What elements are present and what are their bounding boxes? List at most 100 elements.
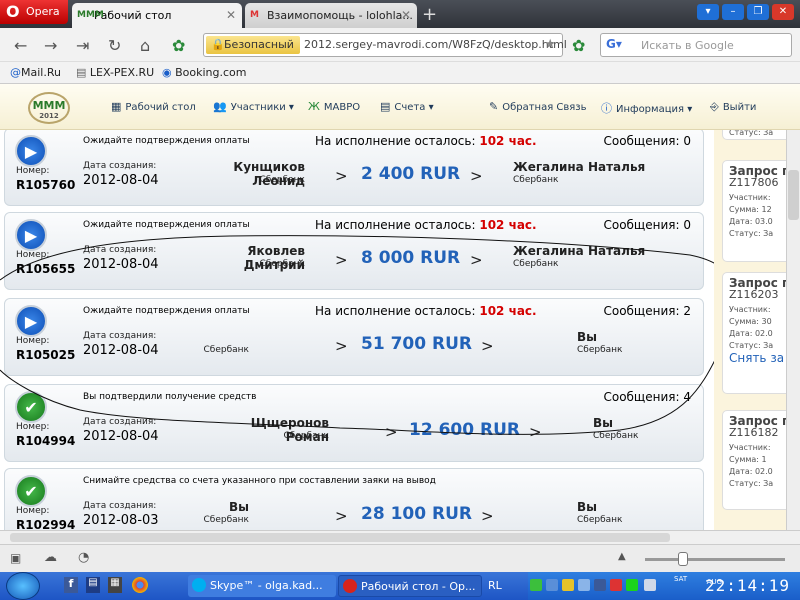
taskbar: f ▤ ▦ Skype™ - olga.kad... Рабочий стол … — [0, 572, 800, 600]
address-bar[interactable]: 🔒 Безопасный 2012.sergey-mavrodi.com/W8Fz… — [203, 33, 567, 57]
bookmark-lexpex[interactable]: ▤ LEX-PEX.RU — [76, 66, 154, 79]
horizontal-scrollbar[interactable] — [0, 530, 800, 544]
requests-panel: Статус: За Запрос п Z117806 Участник: Су… — [714, 130, 786, 530]
restore-icon[interactable]: ❐ — [747, 4, 769, 20]
close-tab-icon[interactable]: ✕ — [401, 8, 411, 22]
zoom-slider-knob[interactable] — [678, 552, 688, 566]
start-button[interactable] — [6, 572, 40, 600]
zoom-slider-track[interactable] — [645, 558, 785, 561]
menu-desktop[interactable]: ▦ Рабочий стол — [111, 100, 196, 113]
tray-app-icon[interactable] — [644, 579, 656, 591]
security-badge[interactable]: 🔒 Безопасный — [206, 36, 300, 54]
minimize-icon[interactable]: – — [722, 4, 744, 20]
skype-icon — [192, 578, 206, 592]
site-header: MMM 2012 ▦ Рабочий стол 👥 Участники ▾ Ж МАВР… — [0, 84, 800, 130]
tray-network-icon[interactable] — [546, 579, 558, 591]
app-icon[interactable]: ▤ — [86, 577, 100, 593]
request-participant: Участник: — [729, 193, 771, 202]
request-status: Статус: За — [729, 479, 774, 488]
tab-gmail[interactable]: M Взаимопомощь - lolohla... ✕ — [245, 3, 417, 28]
tray-check-icon[interactable] — [530, 579, 542, 591]
navigation-bar: ← → ⇥ ↻ ⌂ ✿ 🔒 Безопасный 2012.sergey-mavr… — [0, 28, 800, 62]
opera-logo-icon: O — [6, 2, 20, 21]
menu-feedback[interactable]: ✎ Обратная Связь — [489, 100, 587, 113]
chrome-icon[interactable] — [132, 577, 148, 593]
speed-dial-icon[interactable]: ◔ — [78, 550, 89, 565]
mmm-logo[interactable]: MMM 2012 — [28, 92, 70, 124]
mail-icon: @ — [10, 66, 21, 79]
logo-text: MMM — [32, 99, 66, 112]
request-card[interactable]: Запрос п Z117806 Участник: Сумма: 12 Дат… — [722, 160, 786, 262]
facebook-icon[interactable]: f — [64, 577, 78, 593]
hand-drawn-loop — [0, 235, 737, 435]
scroll-thumb[interactable] — [10, 533, 670, 542]
tray-facebook-icon[interactable] — [594, 579, 606, 591]
panel-toggle-icon[interactable]: ▣ — [10, 551, 21, 565]
home-icon[interactable]: ⌂ — [140, 36, 150, 55]
fast-forward-icon[interactable]: ⇥ — [76, 36, 89, 55]
globe-icon: ◉ — [162, 66, 176, 79]
taskbar-task-opera[interactable]: Рабочий стол - Ор... — [338, 575, 482, 597]
task-label: Skype™ - olga.kad... — [210, 579, 323, 592]
close-window-icon[interactable]: ✕ — [772, 4, 794, 20]
orders-list: ▶ Ожидайте подтверждения оплаты На испол… — [0, 130, 800, 530]
close-tab-icon[interactable]: ✕ — [226, 8, 236, 22]
cloud-icon[interactable]: ☁ — [44, 550, 57, 565]
back-icon[interactable]: ← — [14, 36, 27, 55]
weekday-text: SAT — [674, 575, 688, 583]
opera-icon — [343, 579, 357, 593]
new-tab-icon[interactable]: + — [422, 4, 437, 25]
request-date: Дата: 02.0 — [729, 329, 773, 338]
menu-participants[interactable]: 👥 Участники ▾ — [213, 100, 294, 113]
request-card[interactable]: Статус: За — [722, 130, 786, 140]
url-text[interactable]: 2012.sergey-mavrodi.com/W8FzQ/desktop.ht… — [304, 38, 567, 51]
request-participant: Участник: — [729, 305, 771, 314]
tray-acrobat-icon[interactable] — [610, 579, 622, 591]
request-date: Дата: 02.0 — [729, 467, 773, 476]
vertical-scrollbar[interactable] — [786, 130, 800, 530]
opera-menu-label: Opera — [26, 5, 60, 18]
tab-bar: O Opera MMM Рабочий стол ✕ M Взаимопомощь… — [0, 0, 800, 28]
tray-volume-icon[interactable] — [578, 579, 590, 591]
menu-logout[interactable]: ⎆ Выйти — [710, 100, 756, 114]
clock[interactable]: 22:14:19 — [705, 576, 790, 595]
extension-icon[interactable]: ✿ — [572, 36, 585, 55]
search-placeholder: Искать в Google — [641, 39, 734, 52]
request-id: Z116182 — [729, 426, 779, 439]
language-indicator[interactable]: RL — [488, 579, 502, 592]
tab-desktop[interactable]: MMM Рабочий стол ✕ — [72, 3, 242, 28]
google-icon: G▾ — [606, 37, 622, 51]
bookmark-mailru[interactable]: @Mail.Ru — [10, 66, 61, 79]
menu-information[interactable]: ⓘ Информация ▾ — [601, 100, 692, 116]
opera-menu-button[interactable]: O Opera — [0, 0, 68, 24]
zoom-up-icon[interactable]: ▲ — [618, 551, 626, 562]
users-icon: 👥 — [213, 100, 227, 113]
menu-accounts[interactable]: ▤ Счета ▾ — [380, 100, 434, 113]
request-id: Z117806 — [729, 176, 779, 189]
request-card[interactable]: Запрос п Z116203 Участник: Сумма: 30 Дат… — [722, 272, 786, 394]
menu-label: Счета — [394, 102, 426, 113]
reload-icon[interactable]: ↻ — [108, 36, 121, 55]
menu-mavro[interactable]: Ж МАВРО — [308, 100, 360, 113]
menu-label: Информация — [616, 104, 685, 115]
status-bar: ▣ ☁ ◔ ▲ — [0, 544, 800, 572]
app-icon[interactable]: ▦ — [108, 577, 122, 593]
withdraw-link[interactable]: Снять за — [729, 352, 785, 364]
search-field[interactable]: G▾ Искать в Google — [600, 33, 792, 57]
menu-label: Выйти — [722, 102, 757, 113]
request-id: Z116203 — [729, 288, 779, 301]
bookmark-booking[interactable]: ◉ Booking.com — [162, 66, 247, 79]
tab-label: Рабочий стол — [94, 9, 172, 22]
tab-label: Взаимопомощь - lolohla... — [267, 9, 413, 22]
request-status: Статус: За — [729, 130, 774, 137]
stack-icon[interactable]: ▾ — [697, 4, 719, 20]
tray-app-icon[interactable] — [626, 579, 638, 591]
request-card[interactable]: Запрос п Z116182 Участник: Сумма: 1 Дата… — [722, 410, 786, 510]
extension-icon[interactable]: ✿ — [172, 36, 185, 55]
taskbar-task-skype[interactable]: Skype™ - olga.kad... — [188, 575, 336, 597]
exit-icon: ⎆ — [710, 100, 719, 113]
forward-icon[interactable]: → — [44, 36, 57, 55]
tray-display-icon[interactable] — [562, 579, 574, 591]
scroll-thumb[interactable] — [788, 170, 799, 220]
bookmark-star-icon[interactable]: ★ — [544, 37, 556, 52]
